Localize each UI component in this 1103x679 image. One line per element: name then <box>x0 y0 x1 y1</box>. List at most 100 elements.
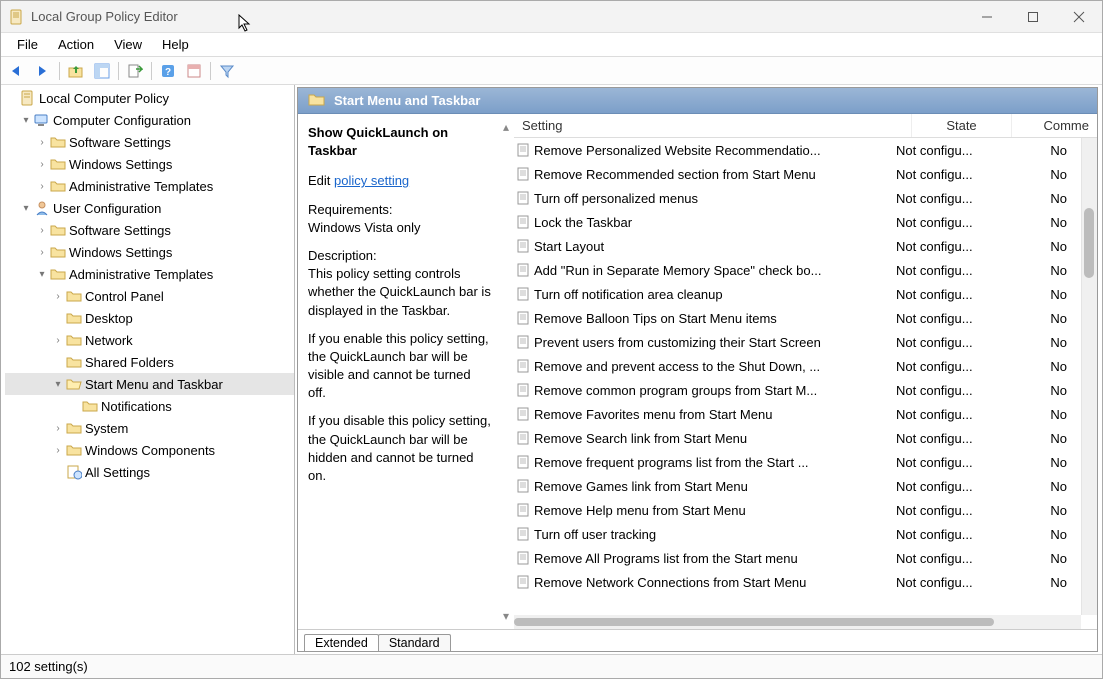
tree-node[interactable]: All Settings <box>5 461 294 483</box>
tree-node[interactable]: Desktop <box>5 307 294 329</box>
column-setting[interactable]: Setting <box>514 114 912 137</box>
menu-help[interactable]: Help <box>152 35 199 54</box>
tree-node[interactable]: ▾Administrative Templates <box>5 263 294 285</box>
tree-expander[interactable]: ▾ <box>35 269 49 280</box>
tree-node[interactable]: ▾Computer Configuration <box>5 109 294 131</box>
tree-node[interactable]: ›Network <box>5 329 294 351</box>
show-hide-tree-icon[interactable] <box>92 61 112 81</box>
svg-text:?: ? <box>165 67 171 78</box>
tree-expander[interactable]: ▾ <box>19 203 33 214</box>
tree-expander[interactable]: › <box>35 181 49 192</box>
minimize-button[interactable] <box>964 1 1010 33</box>
list-vertical-scrollbar[interactable] <box>1081 138 1097 615</box>
folder-icon <box>81 399 99 413</box>
tree-label: Control Panel <box>83 289 164 304</box>
setting-row[interactable]: Remove Favorites menu from Start MenuNot… <box>514 402 1081 426</box>
tree-node[interactable]: Shared Folders <box>5 351 294 373</box>
setting-name: Remove Favorites menu from Start Menu <box>534 407 896 422</box>
requirements-block: Requirements:Windows Vista only <box>308 201 492 237</box>
settings-list[interactable]: Remove Personalized Website Recommendati… <box>514 138 1081 615</box>
setting-row[interactable]: Turn off user trackingNot configu...No <box>514 522 1081 546</box>
back-icon[interactable] <box>7 61 27 81</box>
setting-state: Not configu... <box>896 431 996 446</box>
setting-row[interactable]: Remove Search link from Start MenuNot co… <box>514 426 1081 450</box>
tree-expander[interactable]: › <box>51 423 65 434</box>
setting-name: Lock the Taskbar <box>534 215 896 230</box>
setting-state: Not configu... <box>896 335 996 350</box>
setting-row[interactable]: Remove All Programs list from the Start … <box>514 546 1081 570</box>
description-scrollbar[interactable]: ▴▾ <box>498 114 514 629</box>
scrollbar-thumb[interactable] <box>1084 208 1094 278</box>
tree-node[interactable]: ▾User Configuration <box>5 197 294 219</box>
menu-action[interactable]: Action <box>48 35 104 54</box>
setting-row[interactable]: Lock the TaskbarNot configu...No <box>514 210 1081 234</box>
toolbar-separator <box>59 62 60 80</box>
tree-node[interactable]: Notifications <box>5 395 294 417</box>
tree-expander[interactable]: ▾ <box>19 115 33 126</box>
filter-icon[interactable] <box>217 61 237 81</box>
tree-expander[interactable]: › <box>51 335 65 346</box>
scrollbar-thumb[interactable] <box>514 618 994 626</box>
tree-node[interactable]: ›Windows Settings <box>5 153 294 175</box>
setting-row[interactable]: Start LayoutNot configu...No <box>514 234 1081 258</box>
setting-row[interactable]: Remove and prevent access to the Shut Do… <box>514 354 1081 378</box>
edit-policy-link[interactable]: policy setting <box>334 173 409 188</box>
tree-label: Windows Components <box>83 443 215 458</box>
forward-icon[interactable] <box>33 61 53 81</box>
tree-expander[interactable]: › <box>51 445 65 456</box>
tree-expander[interactable]: › <box>35 225 49 236</box>
setting-row[interactable]: Remove Help menu from Start MenuNot conf… <box>514 498 1081 522</box>
setting-name: Remove Network Connections from Start Me… <box>534 575 896 590</box>
maximize-button[interactable] <box>1010 1 1056 33</box>
properties-icon[interactable] <box>184 61 204 81</box>
setting-state: Not configu... <box>896 287 996 302</box>
menu-view[interactable]: View <box>104 35 152 54</box>
setting-icon <box>514 359 534 373</box>
setting-row[interactable]: Remove Network Connections from Start Me… <box>514 570 1081 594</box>
tree-node[interactable]: ›System <box>5 417 294 439</box>
list-horizontal-scrollbar[interactable] <box>514 615 1081 629</box>
setting-state: Not configu... <box>896 311 996 326</box>
setting-row[interactable]: Turn off notification area cleanupNot co… <box>514 282 1081 306</box>
tab-standard[interactable]: Standard <box>378 634 451 651</box>
tree-expander[interactable]: › <box>51 291 65 302</box>
setting-row[interactable]: Remove Balloon Tips on Start Menu itemsN… <box>514 306 1081 330</box>
tree-node[interactable]: › Control Panel <box>5 285 294 307</box>
setting-comment: No <box>996 335 1081 350</box>
main-area: Local Computer Policy ▾Computer Configura… <box>1 85 1102 654</box>
setting-row[interactable]: Add "Run in Separate Memory Space" check… <box>514 258 1081 282</box>
close-button[interactable] <box>1056 1 1102 33</box>
tree-node[interactable]: ›Software Settings <box>5 131 294 153</box>
tree-node[interactable]: ›Administrative Templates <box>5 175 294 197</box>
export-list-icon[interactable] <box>125 61 145 81</box>
column-state[interactable]: State <box>912 114 1012 137</box>
tree-node[interactable]: Local Computer Policy <box>5 87 294 109</box>
help-icon[interactable]: ? <box>158 61 178 81</box>
tree-expander[interactable]: ▾ <box>51 379 65 390</box>
setting-state: Not configu... <box>896 503 996 518</box>
setting-row[interactable]: Prevent users from customizing their Sta… <box>514 330 1081 354</box>
tree-expander[interactable]: › <box>35 159 49 170</box>
setting-row[interactable]: Remove common program groups from Start … <box>514 378 1081 402</box>
tree-node[interactable]: › Windows Components <box>5 439 294 461</box>
setting-row[interactable]: Remove frequent programs list from the S… <box>514 450 1081 474</box>
setting-row[interactable]: Remove Games link from Start MenuNot con… <box>514 474 1081 498</box>
column-comment[interactable]: Comme <box>1012 114 1097 137</box>
setting-row[interactable]: Remove Recommended section from Start Me… <box>514 162 1081 186</box>
up-icon[interactable] <box>66 61 86 81</box>
tree-label: Local Computer Policy <box>37 91 169 106</box>
setting-state: Not configu... <box>896 455 996 470</box>
right-pane-body: Show QuickLaunch on Taskbar Edit policy … <box>298 114 1097 629</box>
setting-name: Remove Personalized Website Recommendati… <box>534 143 896 158</box>
tree-node[interactable]: ›Windows Settings <box>5 241 294 263</box>
tree-expander[interactable]: › <box>35 247 49 258</box>
tree-node[interactable]: ▾Start Menu and Taskbar <box>5 373 294 395</box>
menu-file[interactable]: File <box>7 35 48 54</box>
window-controls <box>964 1 1102 33</box>
setting-row[interactable]: Turn off personalized menusNot configu..… <box>514 186 1081 210</box>
tree-expander[interactable]: › <box>35 137 49 148</box>
tree-node[interactable]: ›Software Settings <box>5 219 294 241</box>
tab-extended[interactable]: Extended <box>304 634 379 651</box>
setting-row[interactable]: Remove Personalized Website Recommendati… <box>514 138 1081 162</box>
tree-pane[interactable]: Local Computer Policy ▾Computer Configura… <box>1 85 295 654</box>
